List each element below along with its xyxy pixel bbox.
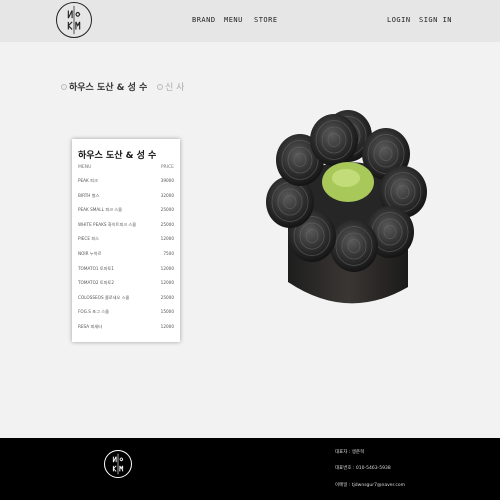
menu-item-price: 12000: [160, 265, 174, 271]
menu-item-row: PEAK 피크 39000: [78, 174, 174, 189]
menu-item-row: COLOSSEOS 콜로세오 스몰 25000: [78, 291, 174, 306]
nav-login[interactable]: LOGIN: [387, 16, 411, 24]
menu-item-name: COLOSSEOS 콜로세오 스몰: [78, 294, 130, 300]
brand-logo[interactable]: [56, 2, 92, 38]
menu-item-row: TOMATO2 토마토2 12000: [78, 276, 174, 291]
menu-item-name: TOMATO2 토마토2: [78, 280, 115, 286]
nav-sign-in[interactable]: SIGN IN: [419, 16, 452, 24]
tab-label: 신 사: [165, 83, 185, 93]
menu-item-price: 7500: [163, 250, 174, 256]
tab-dot-icon: [157, 84, 163, 90]
menu-item-row: PEAK SMALL 피크 스몰 25000: [78, 203, 174, 218]
product-image: [258, 82, 440, 317]
menu-item-name: PIECE 피스: [78, 236, 100, 242]
footer-logo[interactable]: [104, 450, 132, 478]
menu-item-price: 12000: [160, 323, 174, 329]
menu-item-row: WHITE PEAKS 화이트피크 스몰 25000: [78, 218, 174, 233]
footer-phone: 대표번호 : 010-5463-5938: [335, 466, 391, 471]
cake-illustration: [266, 110, 427, 304]
menu-item-row: TOMATO1 토마토1 12000: [78, 262, 174, 277]
menu-item-row: FOG.S 포그 스몰 15000: [78, 305, 174, 320]
menu-item-name: PEAK SMALL 피크 스몰: [78, 207, 122, 213]
logo-mark-icon: [112, 453, 124, 475]
site-header: BRAND MENU STORE LOGIN SIGN IN: [0, 0, 500, 42]
menu-item-name: BIRTH 벌스: [78, 192, 100, 198]
menu-item-name: WHITE PEAKS 화이트피크 스몰: [78, 221, 137, 227]
footer-ceo: 대표자 : 생준혁: [335, 450, 365, 455]
menu-item-name: FOG.S 포그 스몰: [78, 309, 110, 315]
tab-label: 하우스 도산 & 성 수: [69, 83, 148, 93]
footer-email[interactable]: 이메일 : tjdwnsgur7@naver.com: [335, 482, 405, 488]
tab-dosan-seongsu[interactable]: 하우스 도산 & 성 수: [61, 80, 147, 93]
menu-item-price: 12000: [160, 236, 174, 242]
menu-item-price: 32000: [160, 192, 174, 198]
nav-brand[interactable]: BRAND: [192, 16, 216, 24]
menu-item-row: PIECE 피스 12000: [78, 232, 174, 247]
menu-card-title: 하우스 도산 & 성 수: [78, 151, 157, 161]
menu-item-name: PEAK 피크: [78, 178, 98, 183]
nav-store[interactable]: STORE: [254, 16, 278, 24]
site-footer: 대표자 : 생준혁 대표번호 : 010-5463-5938 이메일 : tjd…: [0, 438, 500, 500]
price-col-label: PRICE: [160, 165, 174, 170]
menu-card: 하우스 도산 & 성 수 MENU PRICE PEAK 피크 39000 BIRT…: [72, 139, 180, 342]
logo-mark-icon: [67, 5, 81, 35]
menu-list: PEAK 피크 39000 BIRTH 벌스 32000 PEAK SMALL 피크 스…: [78, 174, 174, 335]
menu-item-name: TOMATO1 토마토1: [78, 265, 115, 271]
menu-item-name: NOIR 누아르: [78, 250, 102, 256]
menu-item-price: 39000: [160, 178, 174, 183]
nav-menu[interactable]: MENU: [224, 16, 243, 24]
menu-item-price: 12000: [160, 280, 174, 286]
tab-dot-icon: [61, 84, 67, 90]
menu-item-row: RESA 피세타 12000: [78, 320, 174, 335]
menu-header-row: MENU PRICE: [78, 165, 174, 170]
menu-item-price: 15000: [160, 309, 174, 315]
menu-item-row: NOIR 누아르 7500: [78, 247, 174, 262]
tab-sinsa[interactable]: 신 사: [157, 80, 184, 93]
menu-item-price: 25000: [160, 207, 174, 213]
menu-item-name: RESA 피세타: [78, 323, 103, 329]
menu-item-row: BIRTH 벌스 32000: [78, 189, 174, 204]
menu-item-price: 25000: [160, 294, 174, 300]
menu-item-price: 25000: [160, 221, 174, 227]
menu-col-label: MENU: [78, 165, 92, 170]
